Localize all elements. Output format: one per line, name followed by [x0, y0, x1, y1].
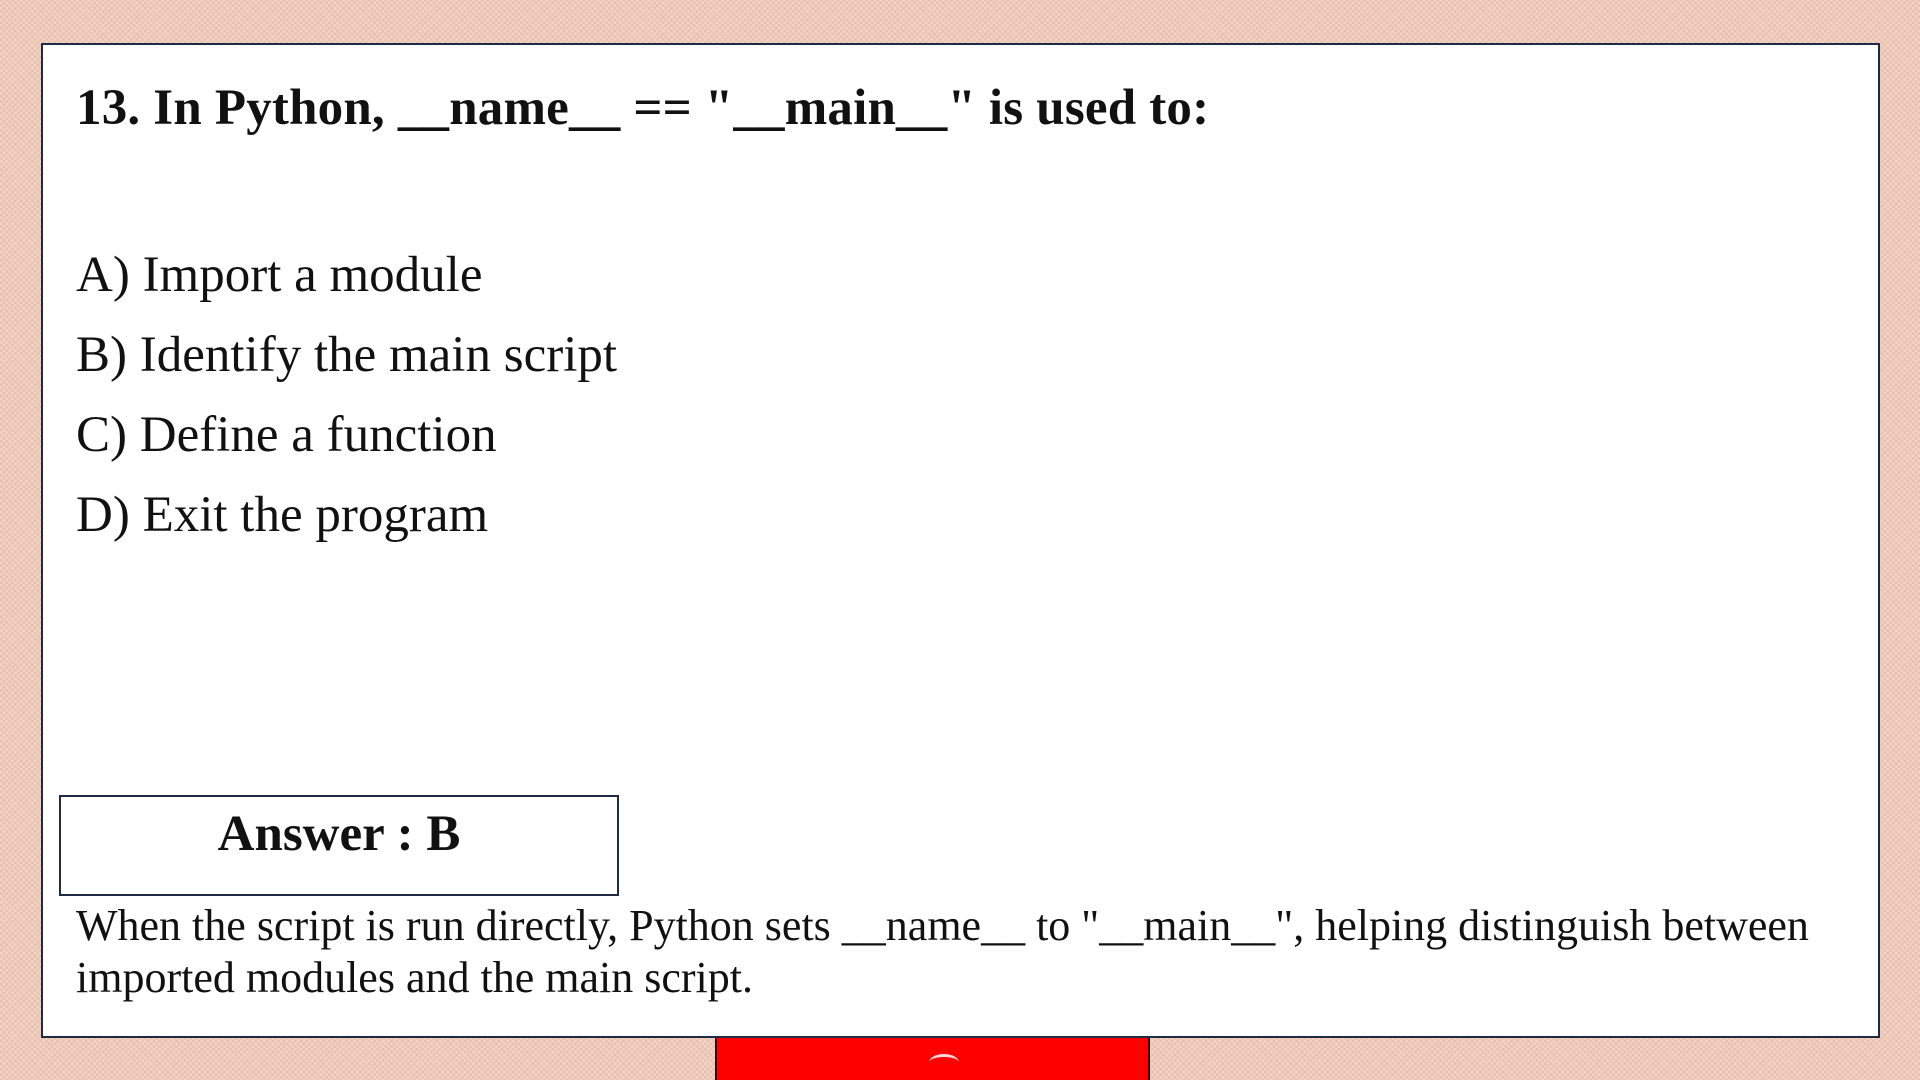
option-c: C) Define a function: [76, 407, 497, 463]
answer-label: Answer : B: [217, 806, 461, 862]
explanation-text: When the script is run directly, Python …: [76, 901, 1809, 1002]
option-a: A) Import a module: [76, 247, 483, 303]
option-d: D) Exit the program: [76, 487, 489, 543]
question-title: 13. In Python, __name__ == "__main__" is…: [76, 80, 1210, 136]
bottom-tab: [715, 1038, 1150, 1080]
option-b: B) Identify the main script: [76, 327, 618, 383]
question-card: 13. In Python, __name__ == "__main__" is…: [41, 43, 1880, 1038]
options-list: A) Import a module B) Identify the main …: [76, 235, 617, 555]
answer-box: Answer : B: [59, 795, 619, 896]
partial-glyph-icon: [929, 1054, 959, 1071]
